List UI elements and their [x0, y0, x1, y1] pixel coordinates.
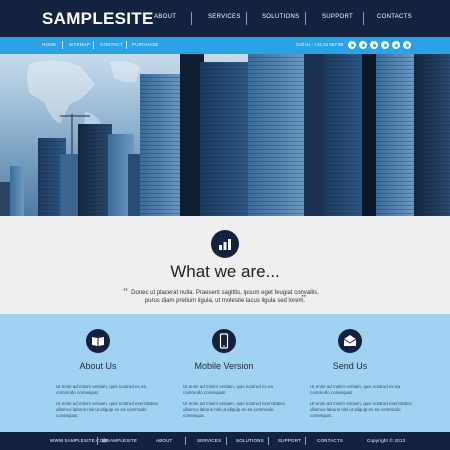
- feature-text: Ut enim ad minim veniam, quis nostrud ex…: [56, 401, 159, 418]
- subnav-divider: [62, 41, 63, 49]
- feature-text: Ut enim ad minim veniam, quis nostrud ex…: [183, 401, 286, 418]
- top-header: SAMPLESITE ABOUT SERVICES SOLUTIONS SUPP…: [0, 0, 450, 37]
- feature-text: Ut enim ad minim veniam, quis nostrud ex…: [56, 384, 147, 395]
- quote-line: purus diam pretium ligula, ut molestie l…: [144, 298, 306, 304]
- feature-mobile-version: Mobile Version Ut enim ad minim veniam, …: [183, 314, 313, 432]
- copyright-text: Copyright © 2013: [367, 438, 406, 443]
- section-quote: Donec ut placerat nulla. Praesent sagitt…: [100, 289, 350, 305]
- site-logo[interactable]: SAMPLESITE: [42, 9, 154, 29]
- feature-text: Ut enim ad minim veniam, quis nostrud ex…: [183, 384, 274, 395]
- footer-nav-contacts[interactable]: CONTACTS: [317, 438, 343, 443]
- facebook-icon[interactable]: [359, 41, 367, 49]
- subnav-divider: [126, 41, 127, 49]
- subnav-sitemap[interactable]: SITEMAP: [69, 42, 90, 47]
- nav-about[interactable]: ABOUT: [154, 14, 176, 20]
- footer-divider: [97, 437, 98, 445]
- footer: WWW.SAMPLESITE.COM @SAMPLESITE ABOUT SER…: [0, 432, 450, 450]
- feature-title[interactable]: About Us: [56, 361, 140, 371]
- section-title: What we are...: [170, 262, 280, 281]
- skyline-illustration: [0, 54, 450, 216]
- nav-divider: [363, 12, 364, 25]
- feature-about-us: About Us Ut enim ad minim veniam, quis n…: [56, 314, 186, 432]
- nav-solutions[interactable]: SOLUTIONS: [262, 14, 299, 20]
- footer-divider: [226, 437, 227, 445]
- hero-banner: [0, 54, 450, 216]
- nav-services[interactable]: SERVICES: [208, 14, 241, 20]
- footer-divider: [268, 437, 269, 445]
- rss-icon[interactable]: [381, 41, 389, 49]
- what-we-are-section: What we are... “ Donec ut placerat nulla…: [0, 216, 450, 314]
- quote-line: Donec ut placerat nulla. Praesent sagitt…: [131, 290, 319, 296]
- feature-send-us: Send Us Ut enim ad minim veniam, quis no…: [310, 314, 440, 432]
- feature-text: Ut enim ad minim veniam, quis nostrud ex…: [310, 384, 401, 395]
- footer-site-link[interactable]: WWW.SAMPLESITE.COM: [50, 438, 107, 443]
- nav-contacts[interactable]: CONTACTS: [377, 14, 412, 20]
- twitter-icon[interactable]: [348, 41, 356, 49]
- footer-divider: [305, 437, 306, 445]
- footer-nav-solutions[interactable]: SOLUTIONS: [236, 438, 264, 443]
- nav-divider: [246, 12, 247, 25]
- book-icon: [86, 329, 110, 353]
- subnav-purchase[interactable]: PURCHASE: [132, 42, 159, 47]
- feature-title[interactable]: Mobile Version: [183, 361, 265, 371]
- feature-title[interactable]: Send Us: [310, 361, 390, 371]
- close-quote-icon: ”: [300, 293, 307, 305]
- footer-nav-services[interactable]: SERVICES: [197, 438, 221, 443]
- footer-divider: [185, 437, 186, 445]
- skype-icon[interactable]: [392, 41, 400, 49]
- envelope-icon: [338, 329, 362, 353]
- main-nav: ABOUT SERVICES SOLUTIONS SUPPORT CONTACT…: [140, 12, 440, 26]
- linkedin-icon[interactable]: [370, 41, 378, 49]
- footer-nav-support[interactable]: SUPPORT: [278, 438, 301, 443]
- footer-handle-link[interactable]: @SAMPLESITE: [102, 438, 137, 443]
- mobile-icon: [212, 329, 236, 353]
- nav-divider: [191, 12, 192, 25]
- subnav-divider: [93, 41, 94, 49]
- secondary-bar: HOME SITEMAP CONTACT PURCHASE Call Us : …: [0, 37, 450, 54]
- subnav-contact[interactable]: CONTACT: [100, 42, 123, 47]
- features-section: About Us Ut enim ad minim veniam, quis n…: [0, 314, 450, 432]
- footer-nav-about[interactable]: ABOUT: [156, 438, 173, 443]
- subnav-home[interactable]: HOME: [42, 42, 56, 47]
- call-us-text: Call Us : +12 34 567 89: [296, 42, 344, 47]
- mail-icon[interactable]: [403, 41, 411, 49]
- nav-support[interactable]: SUPPORT: [322, 14, 353, 20]
- feature-text: Ut enim ad minim veniam, quis nostrud ex…: [310, 401, 413, 418]
- nav-divider: [305, 12, 306, 25]
- chart-icon: [211, 230, 239, 258]
